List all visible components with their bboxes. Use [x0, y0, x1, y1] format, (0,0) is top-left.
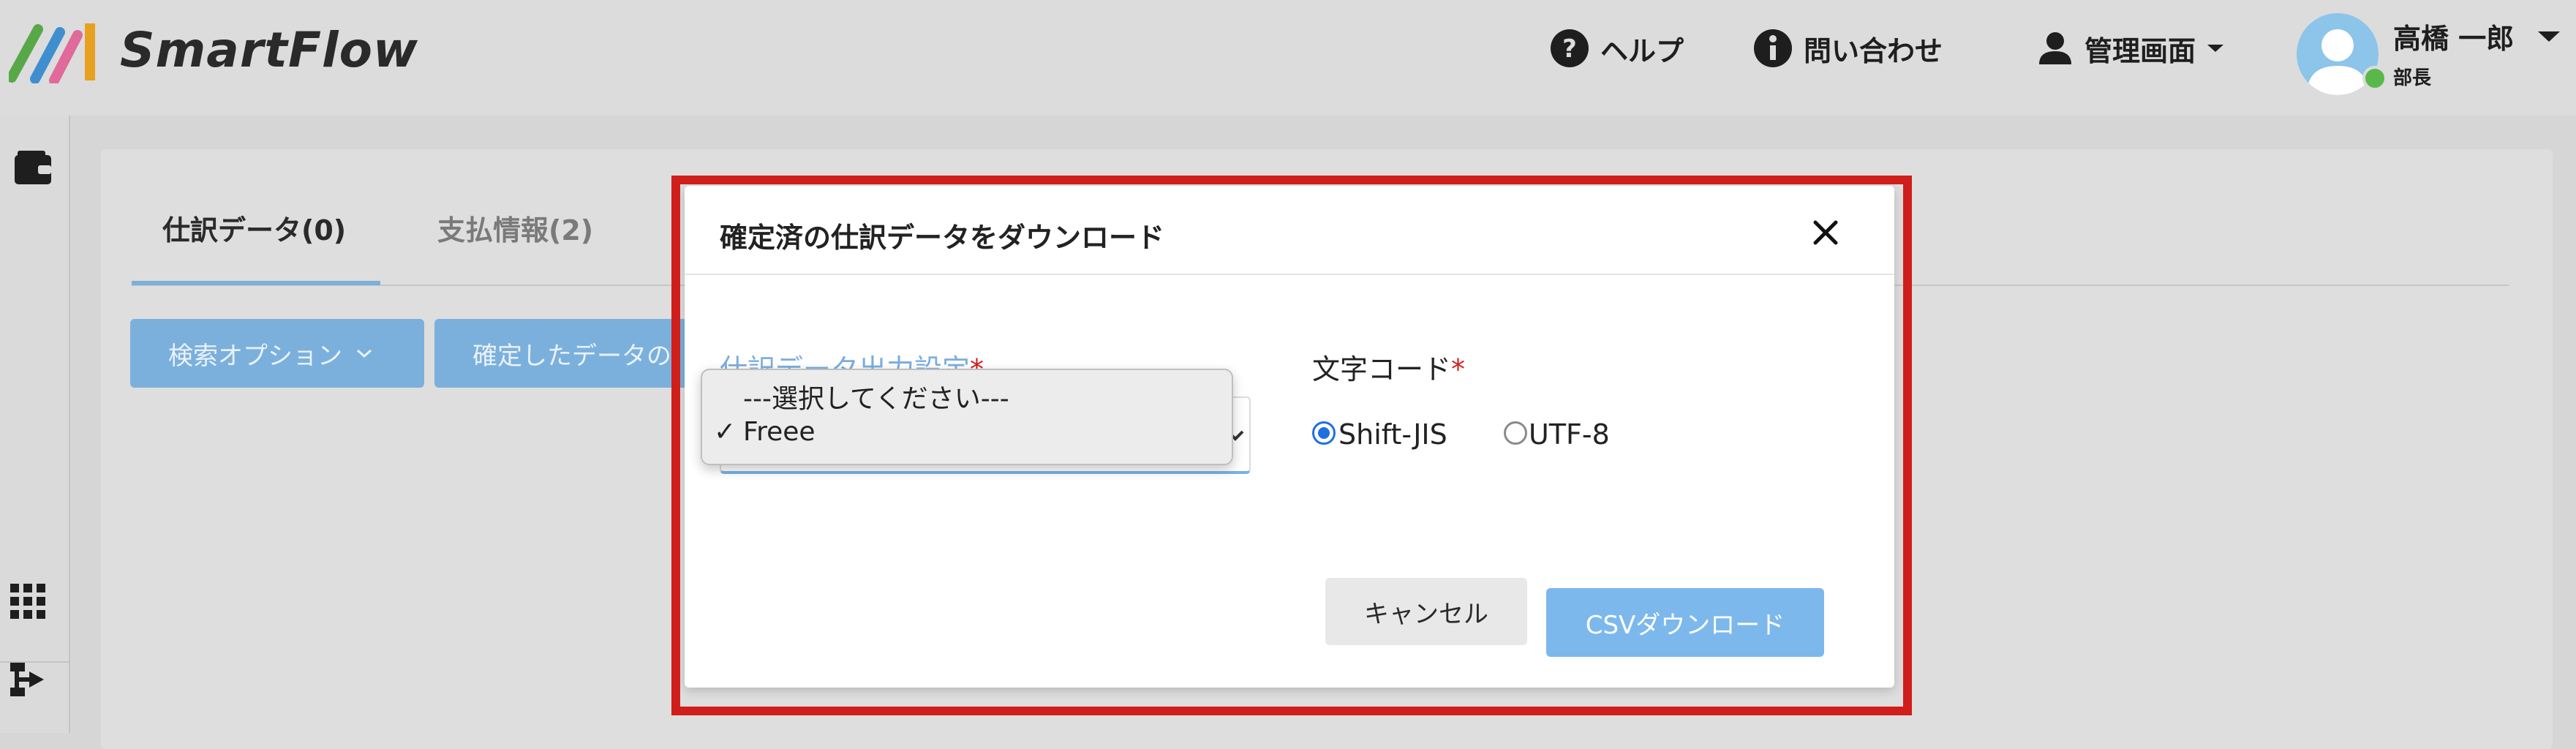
admin-label: 管理画面 [2084, 34, 2196, 67]
help-icon: ? [1551, 29, 1589, 67]
charset-required-mark: * [1451, 353, 1466, 385]
user-menu-caret-icon[interactable] [2537, 29, 2561, 44]
modal-header-divider [685, 274, 1894, 275]
contact-link[interactable]: 問い合わせ [1752, 26, 1943, 70]
search-options-button[interactable]: 検索オプション [130, 319, 424, 388]
app-header: SmartFlow ? ヘルプ 問い合わせ 管理画面 高橋 一郎 部長 [0, 0, 2576, 116]
select-dropdown-list: ---選択してください--- ✓ Freee [701, 369, 1233, 465]
confirmed-data-button[interactable]: 確定したデータの [434, 319, 698, 388]
radio-utf8[interactable] [1504, 421, 1527, 445]
radio-shift-jis-label[interactable]: Shift-JIS [1338, 418, 1447, 451]
modal-title: 確定済の仕訳データをダウンロード [720, 222, 1165, 254]
tab-journal-data[interactable]: 仕訳データ(0) [162, 208, 346, 248]
radio-utf8-label[interactable]: UTF-8 [1529, 418, 1610, 451]
help-label: ヘルプ [1600, 34, 1684, 67]
user-name[interactable]: 高橋 一郎 [2393, 16, 2514, 56]
checkmark-icon: ✓ [714, 417, 737, 447]
brand-name[interactable]: SmartFlow [120, 22, 418, 78]
close-icon[interactable] [1807, 214, 1845, 252]
tab-payment-info[interactable]: 支払情報(2) [437, 208, 593, 248]
online-status-icon [2362, 66, 2387, 91]
sidebar [0, 116, 70, 733]
user-role: 部長 [2393, 67, 2432, 89]
help-link[interactable]: ? ヘルプ [1549, 26, 1684, 70]
csv-download-button[interactable]: CSVダウンロード [1546, 588, 1824, 657]
radio-shift-jis[interactable] [1312, 421, 1336, 445]
option-freee[interactable]: Freee [743, 417, 816, 447]
charset-label: 文字コード* [1312, 347, 1465, 387]
wallet-icon[interactable] [13, 148, 53, 187]
admin-menu[interactable]: 管理画面 [2036, 26, 2235, 70]
user-icon [2039, 32, 2071, 64]
caret-down-icon [2207, 45, 2224, 52]
active-tab-indicator [132, 281, 380, 285]
option-placeholder[interactable]: ---選択してください--- [743, 377, 1009, 415]
info-icon [1754, 29, 1792, 67]
apps-grid-icon[interactable] [9, 582, 47, 620]
contact-label: 問い合わせ [1804, 34, 1943, 67]
cancel-button[interactable]: キャンセル [1325, 578, 1527, 645]
charset-text: 文字コード [1312, 353, 1452, 385]
workflow-icon[interactable] [9, 661, 48, 698]
svg-text:?: ? [1562, 34, 1577, 64]
search-options-label: 検索オプション [168, 341, 342, 371]
confirmed-data-label: 確定したデータの [472, 341, 671, 371]
smartflow-logo-icon [9, 23, 95, 83]
chevron-down-icon [357, 349, 372, 358]
